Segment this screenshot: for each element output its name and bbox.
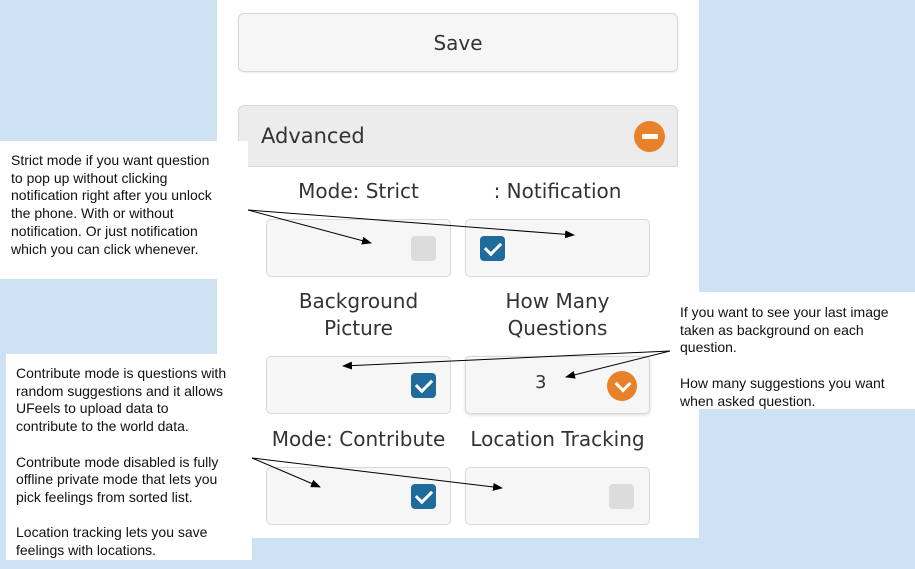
background-picture-note: If you want to see your last image taken… bbox=[670, 292, 915, 409]
mode-contribute-checkbox[interactable] bbox=[411, 484, 436, 509]
chevron-down-icon[interactable] bbox=[607, 371, 637, 401]
contribute-mode-note: Contribute mode is questions with random… bbox=[6, 354, 252, 560]
mode-strict-checkbox[interactable] bbox=[411, 236, 436, 261]
location-tracking-label: Location Tracking bbox=[470, 427, 645, 451]
advanced-section-header[interactable]: Advanced bbox=[238, 105, 678, 167]
mode-contribute-label: Mode: Contribute bbox=[271, 427, 446, 451]
background-picture-checkbox[interactable] bbox=[411, 373, 436, 398]
location-tracking-checkbox[interactable] bbox=[609, 484, 634, 509]
notification-label: : Notification bbox=[493, 179, 622, 203]
how-many-questions-value: 3 bbox=[535, 372, 547, 393]
save-button[interactable]: Save bbox=[238, 13, 678, 72]
minus-circle-icon[interactable] bbox=[634, 121, 665, 152]
how-many-questions-label: How Many Questions bbox=[505, 289, 610, 340]
strict-mode-note: Strict mode if you want question to pop … bbox=[0, 141, 248, 279]
background-picture-label: Background Picture bbox=[298, 289, 419, 340]
notification-checkbox[interactable] bbox=[480, 236, 505, 261]
mode-strict-label: Mode: Strict bbox=[298, 179, 419, 203]
